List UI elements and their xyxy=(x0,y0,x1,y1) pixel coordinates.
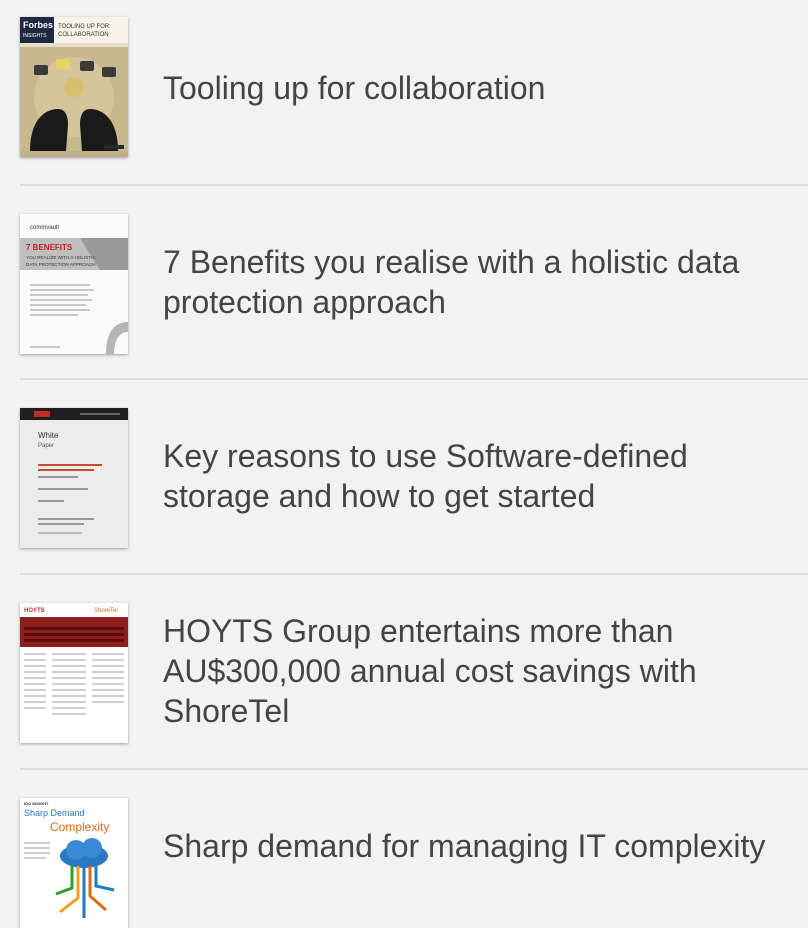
cover-1-brand-line1: Forbes xyxy=(23,20,53,30)
article-item-4[interactable]: HOYTS ShoreTel HOYTS Group entertains mo… xyxy=(0,583,808,777)
article-title-1[interactable]: Tooling up for collaboration xyxy=(163,68,803,108)
data-protection-cover-icon: commvault 7 BENEFITS YOU REALIZE WITH A … xyxy=(20,214,128,354)
cover-5-headline-line1: Sharp Demand xyxy=(24,808,85,818)
article-item-2[interactable]: commvault 7 BENEFITS YOU REALIZE WITH A … xyxy=(0,194,808,388)
article-title-5[interactable]: Sharp demand for managing IT complexity xyxy=(163,826,803,866)
article-title-3[interactable]: Key reasons to use Software-defined stor… xyxy=(163,436,803,516)
cover-2-brand: commvault xyxy=(30,225,59,231)
article-title-2[interactable]: 7 Benefits you realise with a holistic d… xyxy=(163,242,803,322)
cover-3-label-line2: Paper xyxy=(38,443,54,449)
article-thumbnail-4[interactable]: HOYTS ShoreTel xyxy=(20,603,128,743)
cover-4-brand-right: ShoreTel xyxy=(94,608,118,614)
article-list: Forbes INSIGHTS TOOLING UP FOR COLLABORA… xyxy=(0,0,808,928)
white-paper-cover-icon: White Paper xyxy=(20,408,128,548)
it-complexity-cover-icon: IDG INSIGHT Sharp Demand Complexity xyxy=(20,798,128,928)
cover-5-headline-line2: Complexity xyxy=(50,820,109,834)
cover-3-label-line1: White xyxy=(38,431,59,440)
cover-1-brand-line2: INSIGHTS xyxy=(23,33,47,39)
cover-5-brand: IDG INSIGHT xyxy=(24,801,49,806)
cover-4-brand-left: HOYTS xyxy=(24,608,45,614)
item-divider-1 xyxy=(20,184,808,186)
article-thumbnail-5[interactable]: IDG INSIGHT Sharp Demand Complexity xyxy=(20,798,128,928)
cover-1-headline-line2: COLLABORATION xyxy=(58,32,109,38)
article-thumbnail-2[interactable]: commvault 7 BENEFITS YOU REALIZE WITH A … xyxy=(20,214,128,354)
cover-2-headline-line3: DATA PROTECTION APPROACH xyxy=(26,262,96,267)
case-study-cover-icon: HOYTS ShoreTel xyxy=(20,603,128,743)
item-divider-3 xyxy=(20,573,808,575)
article-title-4[interactable]: HOYTS Group entertains more than AU$300,… xyxy=(163,611,803,731)
article-thumbnail-1[interactable]: Forbes INSIGHTS TOOLING UP FOR COLLABORA… xyxy=(20,17,128,157)
cover-2-headline-line2: YOU REALIZE WITH A HOLISTIC xyxy=(26,255,96,260)
item-divider-4 xyxy=(20,768,808,770)
article-item-5[interactable]: IDG INSIGHT Sharp Demand Complexity Shar… xyxy=(0,778,808,928)
collaboration-cover-icon: Forbes INSIGHTS TOOLING UP FOR COLLABORA… xyxy=(20,17,128,157)
article-thumbnail-3[interactable]: White Paper xyxy=(20,408,128,548)
cover-1-headline-line1: TOOLING UP FOR xyxy=(58,24,110,30)
article-item-1[interactable]: Forbes INSIGHTS TOOLING UP FOR COLLABORA… xyxy=(0,0,808,194)
item-divider-2 xyxy=(20,378,808,380)
cover-2-headline-line1: 7 BENEFITS xyxy=(26,243,73,252)
article-item-3[interactable]: White Paper Key reasons to use Software-… xyxy=(0,388,808,582)
